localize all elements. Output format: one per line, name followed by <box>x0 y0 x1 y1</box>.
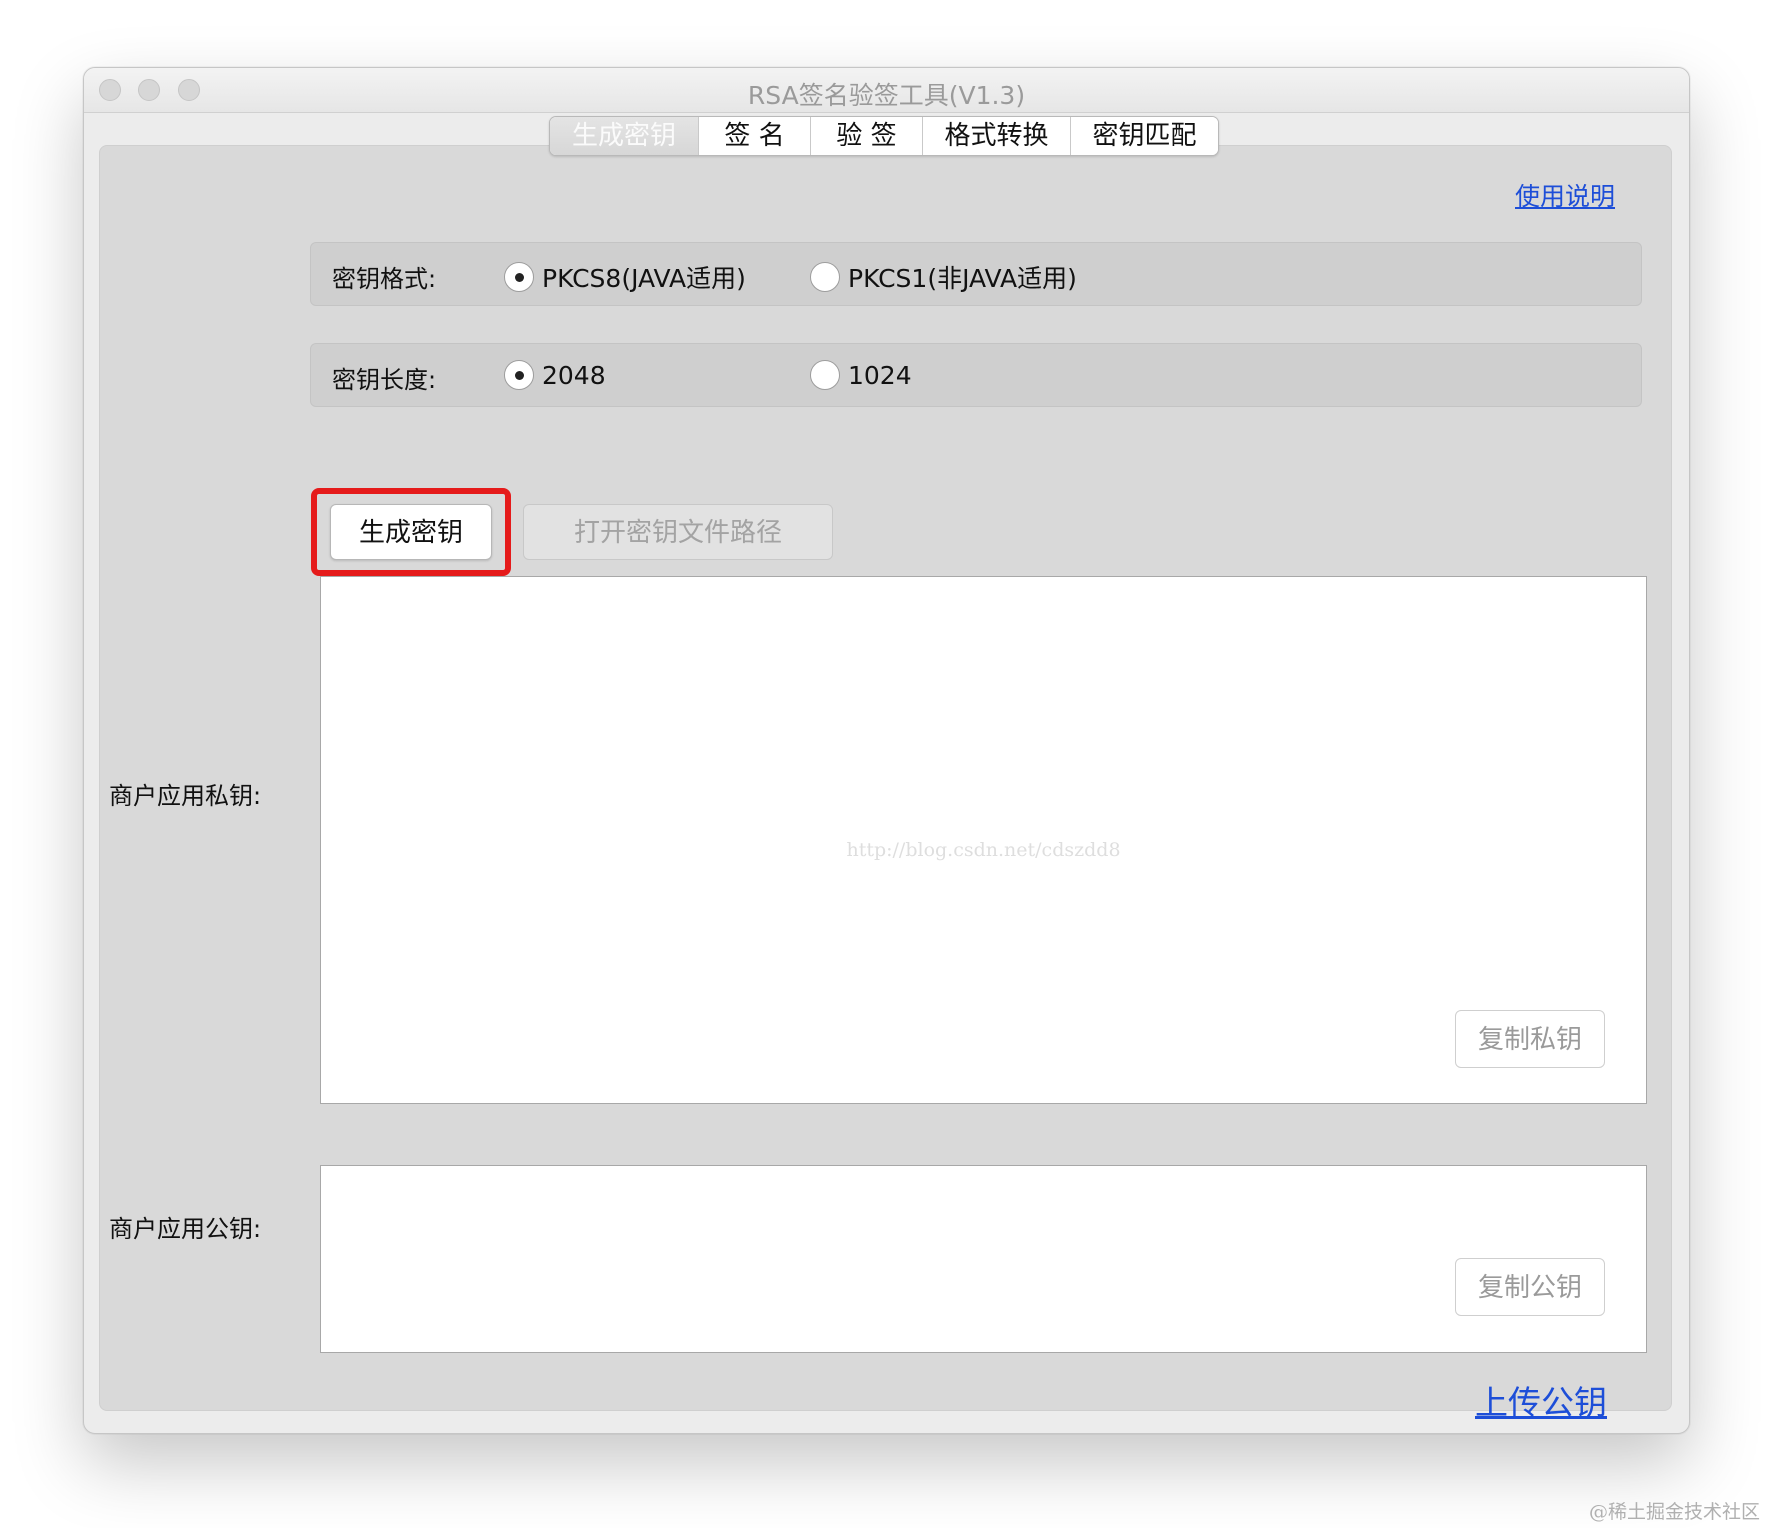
public-key-label: 商户应用公钥: <box>109 1215 262 1243</box>
radio-1024[interactable]: 1024 <box>810 360 912 390</box>
radio-pkcs8[interactable]: PKCS8(JAVA适用) <box>504 259 746 295</box>
tab-generate-key[interactable]: 生成密钥 <box>550 117 698 155</box>
key-format-row: 密钥格式: PKCS8(JAVA适用) PKCS1(非JAVA适用) <box>310 242 1642 306</box>
upload-public-key-link[interactable]: 上传公钥 <box>1475 1376 1607 1424</box>
window-title: RSA签名验签工具(V1.3) <box>747 81 1026 110</box>
generate-key-button[interactable]: 生成密钥 <box>330 504 492 560</box>
copy-public-key-button[interactable]: 复制公钥 <box>1455 1258 1605 1316</box>
radio-1024-label: 1024 <box>848 360 912 390</box>
tab-verify[interactable]: 验 签 <box>810 117 922 155</box>
tab-sign[interactable]: 签 名 <box>698 117 810 155</box>
radio-selected-icon[interactable] <box>504 360 534 390</box>
help-link[interactable]: 使用说明 <box>1515 177 1615 213</box>
private-key-textarea[interactable]: http://blog.csdn.net/cdszdd8 复制私钥 <box>320 576 1647 1104</box>
radio-pkcs1-label: PKCS1(非JAVA适用) <box>848 264 1077 293</box>
blog-watermark: http://blog.csdn.net/cdszdd8 <box>846 839 1121 861</box>
open-key-path-button[interactable]: 打开密钥文件路径 <box>523 504 833 560</box>
key-length-label: 密钥长度: <box>332 366 437 394</box>
copy-private-key-button[interactable]: 复制私钥 <box>1455 1010 1605 1068</box>
private-key-label: 商户应用私钥: <box>109 782 262 810</box>
title-bar[interactable]: RSA签名验签工具(V1.3) <box>84 68 1689 113</box>
key-format-label: 密钥格式: <box>332 265 437 293</box>
content-panel: 使用说明 密钥格式: PKCS8(JAVA适用) PKCS1(非JAVA适用) … <box>99 145 1672 1422</box>
app-window: RSA签名验签工具(V1.3) 生成密钥 签 名 验 签 格式转换 密钥匹配 使… <box>83 67 1690 1434</box>
source-credit: @稀土掘金技术社区 <box>1588 1501 1760 1523</box>
key-length-row: 密钥长度: 2048 1024 <box>310 343 1642 407</box>
radio-pkcs8-label: PKCS8(JAVA适用) <box>542 264 746 293</box>
radio-unselected-icon[interactable] <box>810 360 840 390</box>
radio-unselected-icon[interactable] <box>810 262 840 292</box>
public-key-textarea[interactable]: 复制公钥 <box>320 1165 1647 1353</box>
tab-key-match[interactable]: 密钥匹配 <box>1070 117 1218 155</box>
radio-selected-icon[interactable] <box>504 262 534 292</box>
radio-2048[interactable]: 2048 <box>504 360 606 390</box>
radio-pkcs1[interactable]: PKCS1(非JAVA适用) <box>810 259 1077 295</box>
tab-bar: 生成密钥 签 名 验 签 格式转换 密钥匹配 <box>549 116 1219 156</box>
tab-format-convert[interactable]: 格式转换 <box>922 117 1070 155</box>
radio-2048-label: 2048 <box>542 360 606 390</box>
